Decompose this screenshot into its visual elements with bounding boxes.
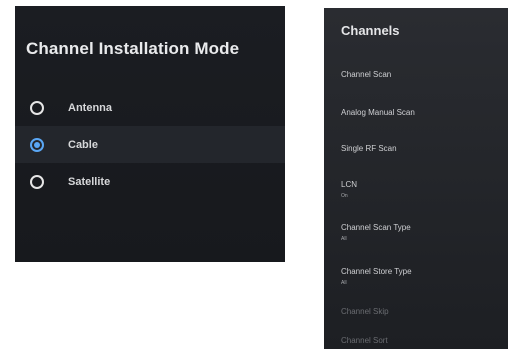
menu-item-channel-skip[interactable]: Channel Skip: [341, 307, 389, 316]
radio-unchecked-icon: [30, 174, 44, 189]
menu-item-lcn[interactable]: LCN: [341, 180, 357, 189]
menu-item-value: All: [341, 280, 347, 286]
menu-item-value: On: [341, 193, 348, 199]
option-antenna[interactable]: Antenna: [15, 89, 285, 126]
menu-item-value: All: [341, 236, 347, 242]
option-label: Antenna: [68, 101, 112, 114]
option-label: Cable: [68, 138, 98, 151]
channel-installation-mode-dialog: Channel Installation Mode Antenna Cable …: [15, 6, 285, 262]
dialog-title: Channel Installation Mode: [26, 39, 240, 58]
radio-checked-icon: [30, 137, 44, 152]
channels-menu: Channels Channel Scan Analog Manual Scan…: [324, 8, 508, 349]
option-satellite[interactable]: Satellite: [15, 163, 285, 200]
radio-unchecked-icon: [30, 100, 44, 115]
option-label: Satellite: [68, 175, 111, 188]
menu-item-channel-sort[interactable]: Channel Sort: [341, 336, 388, 345]
menu-item-channel-store-type[interactable]: Channel Store Type: [341, 267, 412, 276]
menu-item-channel-scan-type[interactable]: Channel Scan Type: [341, 223, 411, 232]
option-cable[interactable]: Cable: [15, 126, 285, 163]
menu-item-channel-scan[interactable]: Channel Scan: [341, 70, 391, 79]
menu-item-analog-manual-scan[interactable]: Analog Manual Scan: [341, 108, 415, 117]
menu-item-single-rf-scan[interactable]: Single RF Scan: [341, 144, 397, 153]
menu-title: Channels: [341, 23, 400, 38]
